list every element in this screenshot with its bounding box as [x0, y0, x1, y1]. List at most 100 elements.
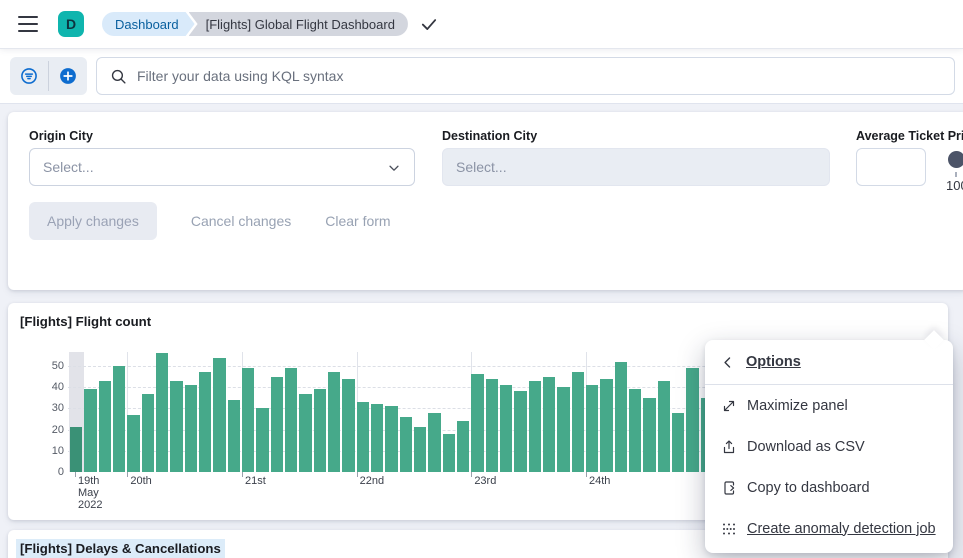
flight-count-bar[interactable]: [185, 385, 197, 472]
flight-count-bar[interactable]: [228, 400, 240, 472]
delays-panel-title[interactable]: [Flights] Delays & Cancellations: [16, 539, 225, 558]
y-axis-tick-label: 50: [38, 360, 64, 372]
flight-count-bar[interactable]: [99, 381, 111, 472]
flight-count-bar[interactable]: [299, 394, 311, 472]
avg-ticket-price-input[interactable]: [856, 148, 926, 186]
y-axis-tick-label: 20: [38, 424, 64, 436]
flight-count-bar[interactable]: [672, 413, 684, 472]
breadcrumb-current-dashboard[interactable]: [Flights] Global Flight Dashboard: [189, 12, 408, 36]
x-axis-tick: [586, 472, 587, 477]
copy-page-icon: [721, 480, 737, 496]
flight-count-bar[interactable]: [643, 398, 655, 472]
flight-count-bar[interactable]: [271, 377, 283, 472]
saved-query-filter-icon[interactable]: [10, 57, 48, 95]
menu-item-copy-to-dashboard[interactable]: Copy to dashboard: [705, 467, 953, 508]
destination-city-label: Destination City: [442, 129, 537, 143]
destination-city-placeholder: Select...: [456, 159, 507, 175]
flight-count-bar[interactable]: [686, 368, 698, 472]
flight-count-bar[interactable]: [586, 385, 598, 472]
menu-item-label: Copy to dashboard: [747, 480, 870, 496]
x-axis-tick-label: 21st: [245, 475, 266, 487]
flight-count-bar[interactable]: [285, 368, 297, 472]
flight-count-bar[interactable]: [500, 385, 512, 472]
add-filter-button[interactable]: [49, 57, 87, 95]
x-axis-tick-label: 19th May 2022: [78, 475, 102, 511]
menu-item-download-csv[interactable]: Download as CSV: [705, 426, 953, 467]
origin-city-select[interactable]: Select...: [29, 148, 415, 186]
flight-count-bar[interactable]: [328, 372, 340, 472]
y-axis-tick-label: 30: [38, 402, 64, 414]
flight-count-bar[interactable]: [256, 408, 268, 472]
flight-count-bar[interactable]: [457, 421, 469, 472]
flight-count-bar[interactable]: [127, 415, 139, 472]
flight-count-bar[interactable]: [342, 379, 354, 472]
x-axis-tick: [75, 472, 76, 477]
flight-count-bar[interactable]: [213, 358, 225, 472]
y-axis-tick-label: 0: [38, 466, 64, 478]
flight-count-bar[interactable]: [615, 362, 627, 472]
clear-form-button[interactable]: Clear form: [325, 213, 390, 229]
menu-item-label: Download as CSV: [747, 439, 865, 455]
apply-changes-button[interactable]: Apply changes: [29, 202, 157, 240]
flight-count-bar[interactable]: [199, 372, 211, 472]
flight-count-bar[interactable]: [142, 394, 154, 472]
x-axis-tick-label: 24th: [589, 475, 610, 487]
cancel-changes-button[interactable]: Cancel changes: [191, 213, 291, 229]
flight-count-bar[interactable]: [529, 381, 541, 472]
x-axis-tick: [242, 472, 243, 477]
chevron-left-icon: [721, 356, 734, 369]
flight-count-bar[interactable]: [428, 413, 440, 472]
flight-count-bar[interactable]: [658, 381, 670, 472]
panel-options-menu: Options Maximize panel Download as CSV C…: [705, 340, 953, 553]
flight-count-bar[interactable]: [486, 379, 498, 472]
options-menu-title: Options: [746, 354, 801, 370]
flight-count-bar[interactable]: [357, 402, 369, 472]
flight-count-bar[interactable]: [572, 372, 584, 472]
flight-count-bar[interactable]: [443, 434, 455, 472]
space-avatar[interactable]: D: [58, 11, 84, 37]
slider-tick: [955, 172, 957, 177]
expand-icon: [721, 398, 737, 414]
controls-actions: Apply changes Cancel changes Clear form: [29, 202, 391, 240]
saved-check-icon[interactable]: [420, 15, 438, 33]
flight-count-bar[interactable]: [600, 379, 612, 472]
dashboard-controls-panel: Origin City Select... Destination City S…: [8, 112, 963, 290]
flight-count-bar[interactable]: [314, 389, 326, 472]
machine-learning-icon: [721, 521, 737, 537]
x-axis-tick: [127, 472, 128, 477]
breadcrumb-dashboard[interactable]: Dashboard: [102, 12, 195, 36]
flight-count-bar[interactable]: [70, 427, 82, 472]
export-icon: [721, 439, 737, 455]
flight-count-bar[interactable]: [84, 389, 96, 472]
flight-count-bar[interactable]: [400, 417, 412, 472]
flight-count-bar[interactable]: [170, 381, 182, 472]
x-axis-tick-label: 23rd: [474, 475, 496, 487]
flight-count-bar[interactable]: [385, 406, 397, 472]
menu-item-maximize-panel[interactable]: Maximize panel: [705, 385, 953, 426]
flight-count-bar[interactable]: [242, 368, 254, 472]
flight-count-bar[interactable]: [629, 389, 641, 472]
price-range-slider-thumb[interactable]: [948, 151, 963, 168]
flight-count-bar[interactable]: [514, 391, 526, 472]
kibana-dashboard-app: D Dashboard [Flights] Global Flight Dash…: [0, 0, 963, 558]
breadcrumb: Dashboard [Flights] Global Flight Dashbo…: [102, 12, 408, 36]
origin-city-placeholder: Select...: [43, 159, 94, 175]
flight-count-bar[interactable]: [156, 353, 168, 472]
flight-count-bar[interactable]: [371, 404, 383, 472]
query-bar: [0, 48, 963, 104]
menu-item-label: Maximize panel: [747, 398, 848, 414]
top-navbar: D Dashboard [Flights] Global Flight Dash…: [0, 0, 963, 48]
flight-count-bar[interactable]: [557, 387, 569, 472]
menu-hamburger-icon[interactable]: [18, 16, 38, 32]
x-axis-tick: [357, 472, 358, 477]
flight-count-bar[interactable]: [543, 377, 555, 472]
options-menu-back[interactable]: Options: [705, 340, 953, 385]
kql-search-box: [96, 57, 955, 95]
flight-count-bar[interactable]: [471, 374, 483, 472]
flight-count-bar[interactable]: [414, 427, 426, 472]
slider-value-label: 100: [946, 178, 963, 193]
flight-count-bar[interactable]: [113, 366, 125, 472]
destination-city-select[interactable]: Select...: [442, 148, 830, 186]
kql-search-input[interactable]: [137, 68, 954, 84]
menu-item-create-anomaly-job[interactable]: Create anomaly detection job: [705, 508, 953, 549]
